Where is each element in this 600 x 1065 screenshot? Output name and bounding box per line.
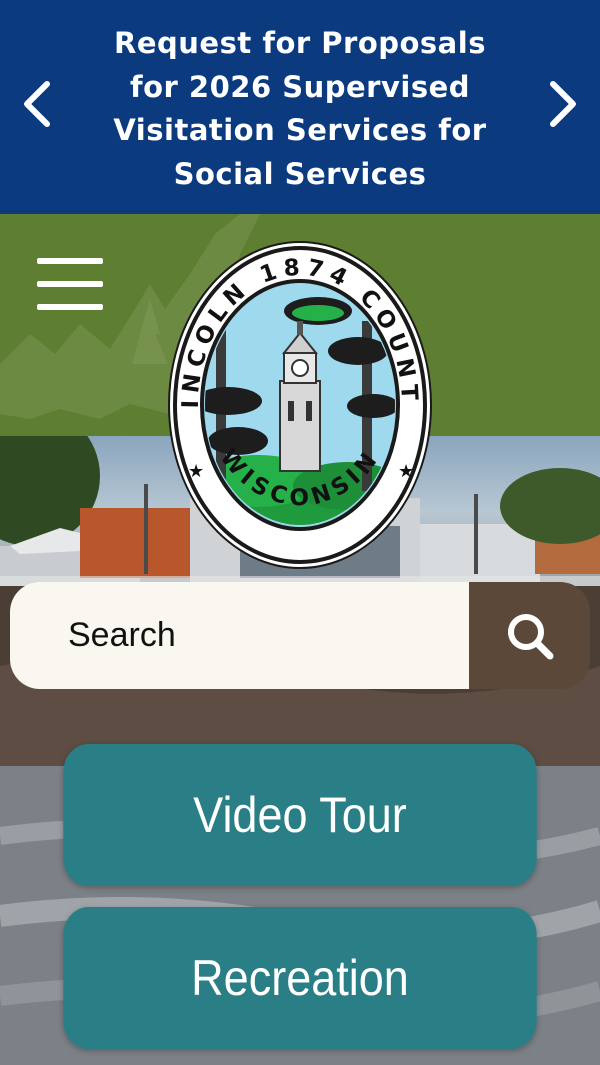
banner-next-button[interactable] bbox=[542, 78, 586, 130]
chevron-left-icon bbox=[24, 81, 50, 127]
announcement-link[interactable]: Request for Proposals for 2026 Supervise… bbox=[88, 22, 512, 196]
search-icon bbox=[507, 613, 553, 659]
announcement-banner: Request for Proposals for 2026 Supervise… bbox=[0, 0, 600, 214]
svg-text:★: ★ bbox=[188, 461, 204, 482]
search-button[interactable] bbox=[469, 582, 590, 689]
hamburger-menu-icon[interactable] bbox=[37, 258, 103, 310]
banner-prev-button[interactable] bbox=[14, 78, 58, 130]
chevron-right-icon bbox=[550, 81, 576, 127]
video-tour-label: Video Tour bbox=[193, 787, 407, 843]
svg-text:★: ★ bbox=[398, 461, 414, 482]
county-seal-logo[interactable]: LINCOLN 1874 COUNTY WISCONSIN ★ ★ bbox=[156, 221, 432, 569]
search-bar bbox=[10, 582, 590, 689]
seal-graphic: LINCOLN 1874 COUNTY WISCONSIN ★ ★ bbox=[156, 221, 432, 569]
recreation-button[interactable]: Recreation bbox=[63, 907, 537, 1049]
video-tour-button[interactable]: Video Tour bbox=[63, 744, 537, 886]
search-input[interactable] bbox=[10, 582, 469, 689]
recreation-label: Recreation bbox=[191, 950, 409, 1006]
